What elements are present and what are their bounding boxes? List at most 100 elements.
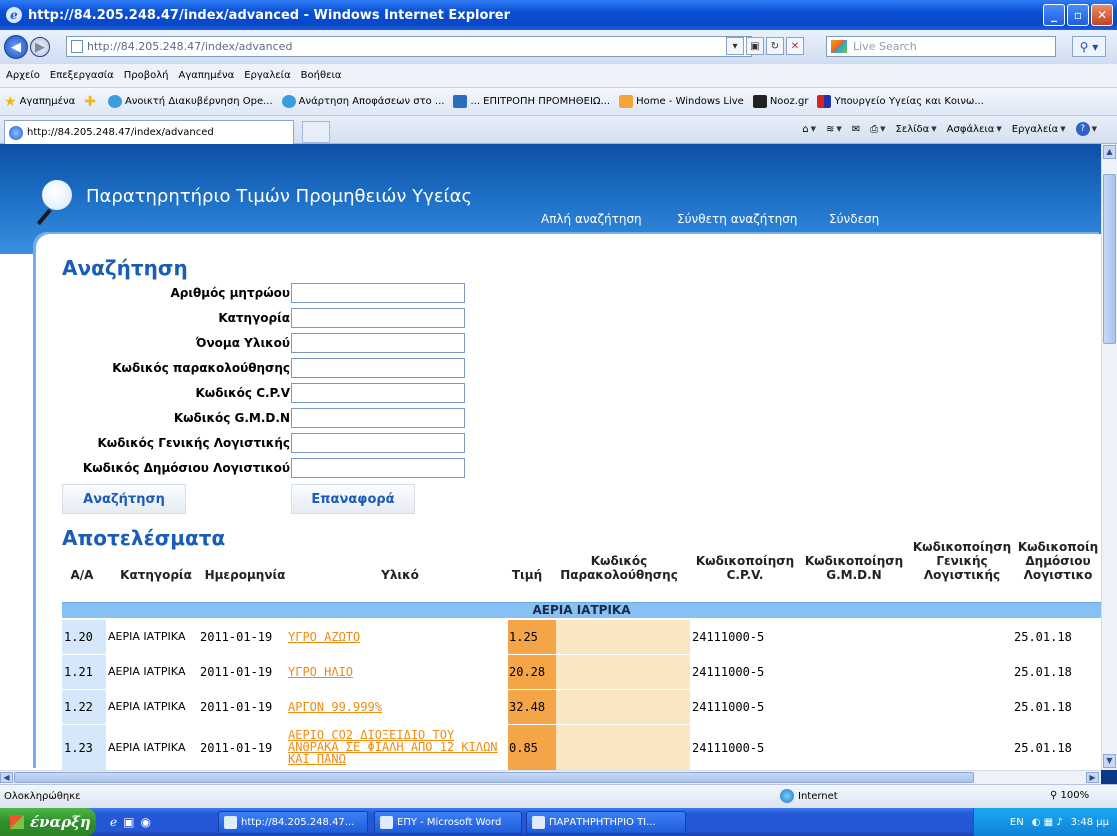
favorite-link-1[interactable]: Ανοικτή Διακυβέρνηση Ope... (107, 95, 273, 108)
registry-number-input[interactable] (291, 283, 465, 303)
cell-tracking (556, 655, 690, 689)
menu-view[interactable]: Προβολή (124, 70, 169, 81)
menu-help[interactable]: Βοήθεια (301, 70, 342, 81)
item-name-input[interactable] (291, 333, 465, 353)
favorite-link-6[interactable]: Υπουργείο Υγείας και Κοινω... (817, 95, 984, 108)
results-heading: Αποτελέσματα (62, 526, 226, 550)
vertical-scroll-thumb[interactable] (1103, 174, 1116, 344)
start-button[interactable]: έναρξη (0, 808, 96, 836)
favorite-link-3[interactable]: ... ΕΠΙΤΡΟΠΗ ΠΡΟΜΗΘΕΙΩ... (453, 95, 610, 108)
zoom-control[interactable]: ⚲ 100% (1050, 790, 1089, 801)
task-word-2[interactable]: ΠΑΡΑΤΗΡΗΤΗΡΙΟ ΤΙ... (526, 811, 686, 834)
horizontal-scrollbar[interactable]: ◀ ▶ (0, 770, 1101, 784)
field-label-item-name: Όνομα Υλικού (195, 336, 290, 350)
ie-logo-icon: e (6, 7, 22, 23)
general-accounting-input[interactable] (291, 433, 465, 453)
scroll-down-arrow-icon[interactable]: ▼ (1103, 754, 1116, 768)
field-label-tracking: Κωδικός παρακολούθησης (112, 361, 290, 375)
news-icon (752, 95, 767, 108)
back-button[interactable]: ◀ (4, 35, 28, 59)
horizontal-scroll-thumb[interactable] (14, 772, 974, 783)
new-tab-button[interactable] (302, 121, 330, 143)
live-search-input[interactable]: Live Search (826, 36, 1056, 57)
media-icon[interactable]: ◉ (140, 815, 150, 829)
item-link[interactable]: ΥΓΡΟ ΗΛΙΟ (288, 655, 508, 689)
nav-advanced-search[interactable]: Σύνθετη αναζήτηση (677, 212, 797, 226)
col-header-date[interactable]: Ημερομηνία (200, 568, 290, 582)
scroll-right-arrow-icon[interactable]: ▶ (1086, 772, 1099, 783)
add-favorite-button[interactable]: ✚ (84, 94, 99, 110)
col-header-price[interactable]: Τιμή (507, 568, 547, 582)
gmdn-code-input[interactable] (291, 408, 465, 428)
search-submit-button[interactable]: Αναζήτηση (62, 484, 186, 514)
home-button[interactable]: ⌂ ▼ (802, 124, 816, 135)
col-header-category[interactable]: Κατηγορία (113, 568, 199, 582)
stop-icon[interactable]: ✕ (786, 37, 804, 55)
item-link[interactable]: ΥΓΡΟ ΑΖΩΤΟ (288, 620, 508, 654)
col-header-gmdn[interactable]: Κωδικοποίηση G.M.D.N (800, 554, 908, 582)
tab-label: http://84.205.248.47/index/advanced (27, 127, 214, 138)
item-link[interactable]: ΑΕΡΙΟ CO2 ΔΙΟΞΕΙΔΙΟ ΤΟΥ ΑΝΘΡΑΚΑ ΣΕ ΦΙΑΛΗ… (288, 725, 508, 770)
col-header-cpv[interactable]: Κωδικοποίηση C.P.V. (690, 554, 800, 582)
live-search-icon (831, 40, 847, 53)
tracking-code-input[interactable] (291, 358, 465, 378)
col-header-item[interactable]: Υλικό (290, 568, 510, 582)
tools-menu-label: Εργαλεία (1011, 123, 1059, 135)
menu-tools[interactable]: Εργαλεία (244, 70, 290, 81)
category-input[interactable] (291, 308, 465, 328)
favorite-link-5[interactable]: Nooz.gr (752, 95, 808, 108)
reset-button[interactable]: Επαναφορά (291, 484, 415, 514)
forward-button[interactable]: ▶ (30, 37, 50, 57)
feeds-button[interactable]: ≋ ▼ (826, 124, 842, 135)
nav-login[interactable]: Σύνδεση (829, 212, 879, 226)
desktop-icon[interactable]: ▣ (123, 815, 134, 829)
menu-bar: Αρχείο Επεξεργασία Προβολή Αγαπημένα Εργ… (0, 64, 1117, 88)
security-zone[interactable]: Internet (780, 789, 838, 803)
compatibility-icon[interactable]: ▣ (746, 37, 764, 55)
col-header-general-accounting[interactable]: Κωδικοποίηση Γενικής Λογιστικής (906, 540, 1018, 582)
maximize-button[interactable]: ▫ (1067, 4, 1089, 26)
table-row: 1.20 ΑΕΡΙΑ ΙΑΤΡΙΚΑ 2011-01-19 ΥΓΡΟ ΑΖΩΤΟ… (62, 620, 1101, 654)
language-indicator[interactable]: EN (1010, 817, 1024, 828)
page-menu[interactable]: Σελίδα ▼ (896, 124, 937, 135)
task-word-2-label: ΠΑΡΑΤΗΡΗΤΗΡΙΟ ΤΙ... (549, 817, 656, 828)
col-header-id[interactable]: Α/Α (64, 568, 100, 582)
vertical-scrollbar[interactable]: ▲ ▼ (1101, 144, 1117, 770)
public-accounting-input[interactable] (291, 458, 465, 478)
favorite-link-2[interactable]: Ανάρτηση Αποφάσεων στο ... (281, 95, 444, 108)
globe-icon (107, 95, 122, 108)
nav-simple-search[interactable]: Απλή αναζήτηση (541, 212, 642, 226)
menu-edit[interactable]: Επεξεργασία (50, 70, 114, 81)
close-button[interactable]: ✕ (1091, 4, 1113, 26)
refresh-icon[interactable]: ↻ (766, 37, 784, 55)
tray-icons[interactable]: ◐ ▦ ♪ (1032, 817, 1063, 828)
task-word[interactable]: ΕΠΥ - Microsoft Word (374, 811, 522, 834)
mail-button[interactable]: ✉ (852, 124, 860, 135)
cpv-code-input[interactable] (291, 383, 465, 403)
cell-price: 32.48 (508, 690, 556, 724)
favorite-link-4[interactable]: Home - Windows Live (619, 95, 744, 108)
safety-menu[interactable]: Ασφάλεια ▼ (947, 124, 1002, 135)
scroll-left-arrow-icon[interactable]: ◀ (0, 772, 13, 783)
field-label-gmdn: Κωδικός G.M.D.N (173, 411, 290, 425)
col-header-tracking[interactable]: Κωδικός Παρακολούθησης (554, 554, 684, 582)
tools-menu[interactable]: Εργαλεία ▼ (1012, 124, 1066, 135)
favorites-button[interactable]: ★ Αγαπημένα (4, 94, 75, 110)
task-ie[interactable]: http://84.205.248.47... (218, 811, 368, 834)
field-label-registry: Αριθμός μητρώου (170, 286, 290, 300)
scroll-up-arrow-icon[interactable]: ▲ (1103, 145, 1116, 159)
help-button[interactable]: ? ▼ (1075, 122, 1097, 136)
address-field[interactable]: http://84.205.248.47/index/advanced (66, 36, 752, 57)
col-header-public-accounting[interactable]: Κωδικοποίη Δημόσιου Λογιστικο (1014, 540, 1101, 582)
tab-current[interactable]: http://84.205.248.47/index/advanced (4, 120, 294, 144)
zoom-level: 100% (1060, 790, 1090, 801)
dropdown-arrow-icon[interactable]: ▾ (726, 37, 744, 55)
search-go-button[interactable]: ⚲ ▾ (1072, 36, 1106, 57)
cell-date: 2011-01-19 (200, 700, 273, 714)
item-link[interactable]: ΑΡΓΟΝ 99.999% (288, 690, 508, 724)
menu-favorites[interactable]: Αγαπημένα (179, 70, 235, 81)
menu-file[interactable]: Αρχείο (6, 70, 40, 81)
minimize-button[interactable]: _ (1043, 4, 1065, 26)
print-button[interactable]: ⎙ ▼ (870, 124, 885, 135)
ie-quicklaunch-icon[interactable]: ℯ (110, 815, 117, 829)
